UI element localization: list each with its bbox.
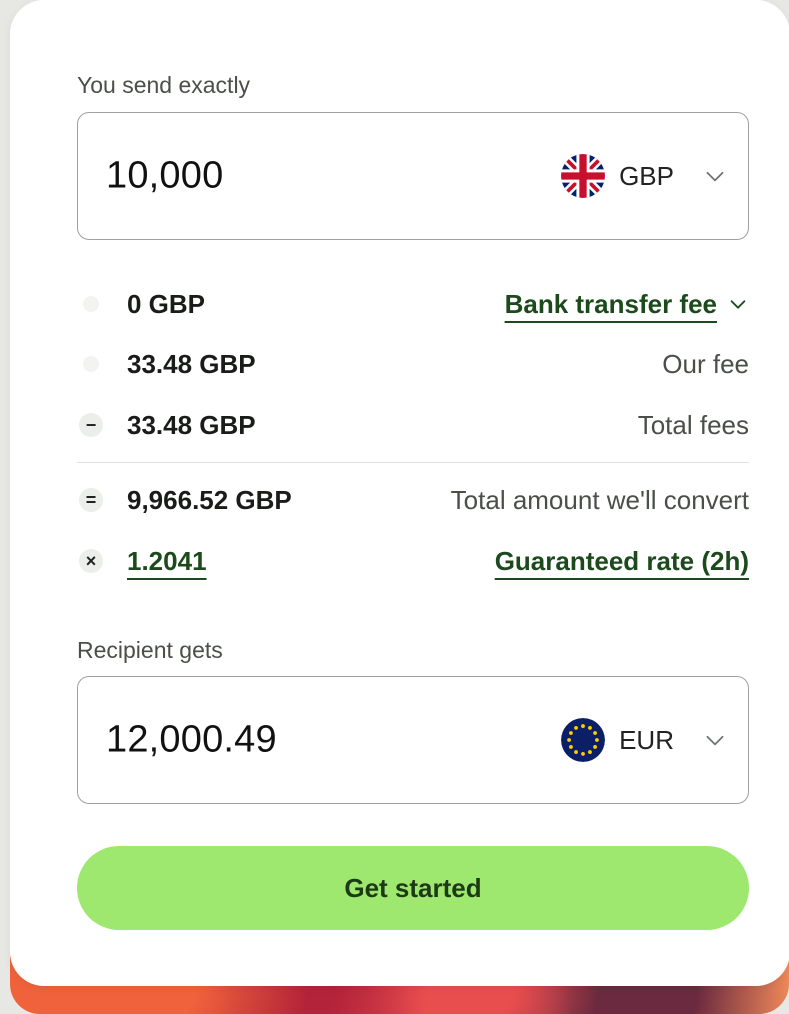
guaranteed-rate-label: Guaranteed rate (2h) <box>494 545 749 576</box>
receive-currency-select[interactable]: EUR <box>561 718 728 762</box>
send-currency-select[interactable]: GBP <box>561 154 728 198</box>
guaranteed-rate-link[interactable]: Guaranteed rate (2h) <box>495 546 749 577</box>
chevron-down-icon <box>706 171 724 182</box>
bank-transfer-fee-value: 0 GBP <box>127 288 206 319</box>
receive-amount-input[interactable] <box>106 718 486 762</box>
our-fee-label: Our fee <box>662 348 749 379</box>
convert-amount-row: = 9,966.52 GBP Total amount we'll conver… <box>77 480 749 520</box>
receive-currency-code: EUR <box>619 724 674 755</box>
bank-transfer-fee-dropdown[interactable]: Bank transfer fee <box>505 289 749 320</box>
fees-divider <box>77 462 749 463</box>
recipient-label: Recipient gets <box>77 637 223 663</box>
minus-icon: − <box>79 413 103 437</box>
receive-amount-box: EUR <box>77 676 749 804</box>
bank-transfer-fee-label: Bank transfer fee <box>504 288 717 319</box>
equals-icon: = <box>79 488 103 512</box>
chevron-down-icon <box>706 735 724 746</box>
our-fee-value: 33.48 GBP <box>127 348 256 379</box>
send-amount-box: GBP <box>77 112 749 240</box>
convert-amount-value: 9,966.52 GBP <box>127 484 292 515</box>
send-label: You send exactly <box>77 72 251 98</box>
multiply-icon: × <box>79 549 103 573</box>
rate-row: × 1.2041 Guaranteed rate (2h) <box>77 541 749 581</box>
bank-transfer-fee-row: 0 GBP Bank transfer fee <box>77 284 749 324</box>
bullet-dot-icon <box>83 356 99 372</box>
get-started-button[interactable]: Get started <box>77 846 749 930</box>
bullet-dot-icon <box>83 296 99 312</box>
send-currency-code: GBP <box>619 160 674 191</box>
total-fees-row: − 33.48 GBP Total fees <box>77 405 749 445</box>
total-fees-label: Total fees <box>637 409 749 440</box>
send-amount-input[interactable] <box>106 154 486 198</box>
transfer-calculator-card: You send exactly GBP 0 GBP <box>10 0 789 986</box>
eu-flag-icon <box>561 718 606 762</box>
our-fee-row: 33.48 GBP Our fee <box>77 344 749 384</box>
chevron-down-icon <box>730 300 746 309</box>
exchange-rate-link[interactable]: 1.2041 <box>127 546 207 577</box>
uk-flag-icon <box>561 154 606 198</box>
convert-amount-label: Total amount we'll convert <box>450 484 749 515</box>
total-fees-value: 33.48 GBP <box>127 409 256 440</box>
